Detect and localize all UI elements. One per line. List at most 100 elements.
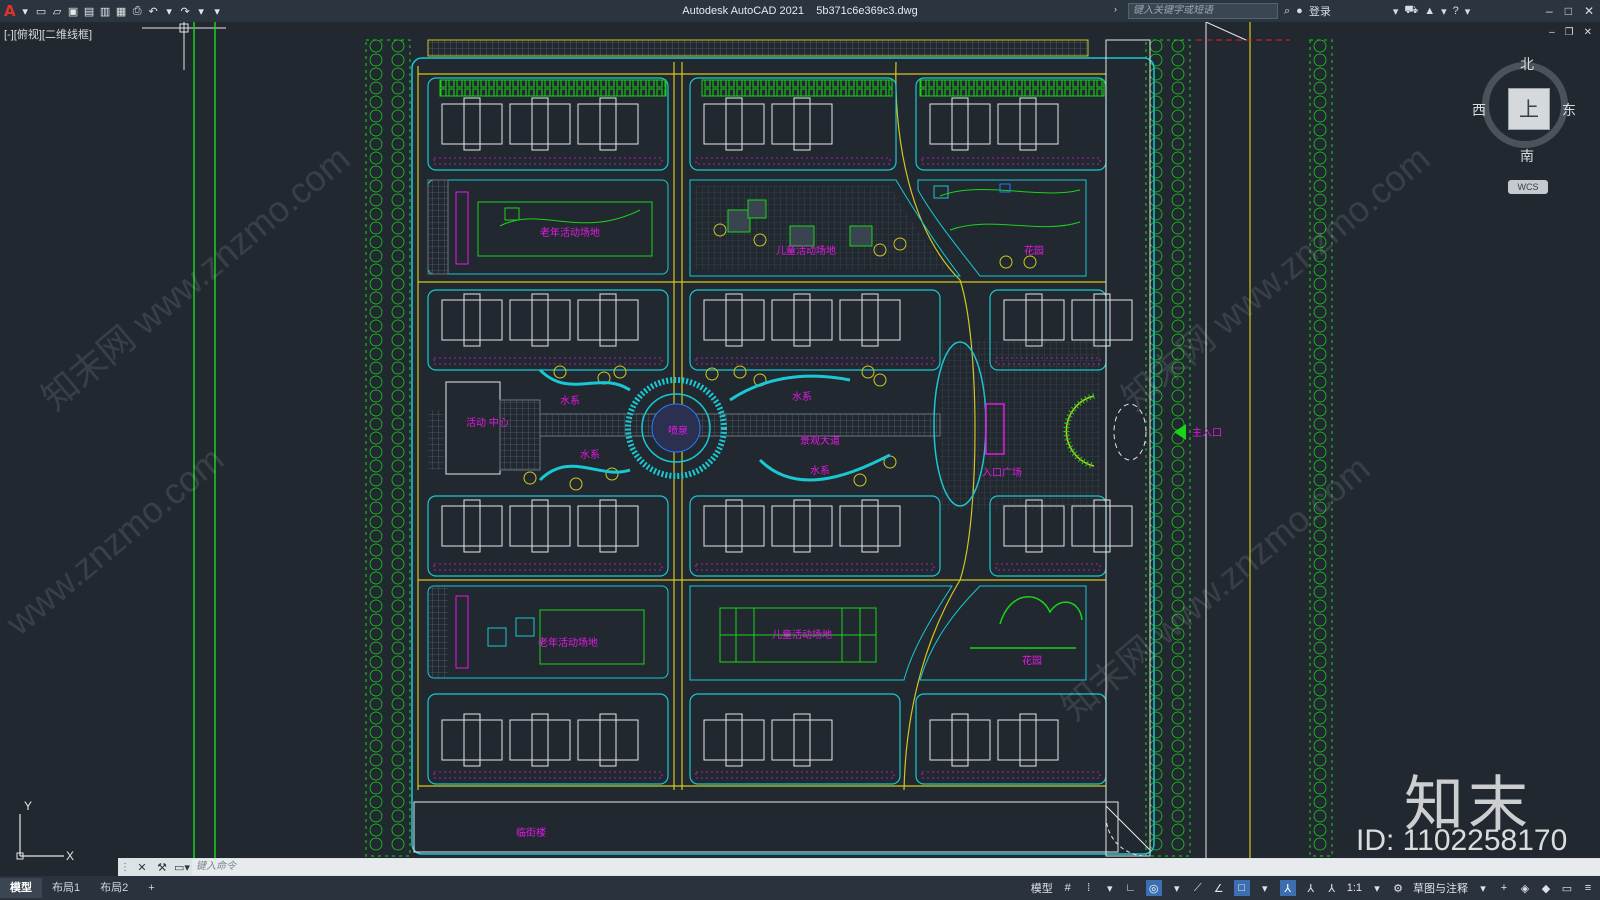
customize-menu-icon[interactable]: ≡ xyxy=(1582,880,1594,896)
clean-screen-icon[interactable]: ▭ xyxy=(1561,880,1573,896)
new-file-icon[interactable]: ▭ xyxy=(35,5,48,18)
user-icon[interactable]: ● xyxy=(1296,5,1303,17)
tree-symbol xyxy=(1171,739,1185,753)
plus-icon[interactable]: + xyxy=(1498,880,1510,896)
polar-icon[interactable]: ◎ xyxy=(1145,880,1162,896)
minimize-icon[interactable]: – xyxy=(1546,4,1553,18)
command-customize-icon[interactable]: ⚒ xyxy=(152,861,172,874)
search-input[interactable]: 键入关键字或短语 xyxy=(1128,3,1278,19)
tree-symbol xyxy=(391,613,405,627)
tree-symbol xyxy=(1313,263,1327,277)
tree-symbol xyxy=(369,207,383,221)
tree-symbol xyxy=(369,739,383,753)
tree-symbol xyxy=(1171,795,1185,809)
tree-symbol xyxy=(369,67,383,81)
workspace-switch[interactable]: 草图与注释 xyxy=(1413,880,1468,896)
cart-icon[interactable]: ⛟ xyxy=(1404,4,1418,18)
tree-symbol xyxy=(1149,543,1163,557)
green-strip xyxy=(439,79,667,97)
command-line-grip-icon[interactable]: ⋮ xyxy=(118,862,132,873)
building-footprint xyxy=(1003,299,1065,341)
command-recent-icon[interactable]: ▭▾ xyxy=(172,861,192,874)
close-icon[interactable]: ✕ xyxy=(1584,4,1594,18)
add-layout-icon[interactable]: + xyxy=(138,878,164,898)
tree-symbol xyxy=(391,305,405,319)
save-icon[interactable]: ▣ xyxy=(67,5,80,18)
tab-layout2[interactable]: 布局2 xyxy=(90,878,138,898)
isometric-icon[interactable]: ⟋ xyxy=(1192,880,1204,896)
autocad-logo-icon[interactable]: A xyxy=(4,2,16,20)
tab-layout1[interactable]: 布局1 xyxy=(42,878,90,898)
search-expand-icon[interactable]: › xyxy=(1114,4,1117,14)
tree-symbol xyxy=(1171,725,1185,739)
plot-icon[interactable]: ⎙ xyxy=(131,5,144,18)
undo-dropdown-icon[interactable]: ▾ xyxy=(163,5,176,18)
a360-dropdown-icon[interactable]: ▾ xyxy=(1441,5,1447,18)
tree-symbol xyxy=(1171,781,1185,795)
compass-north[interactable]: 北 xyxy=(1520,54,1534,74)
compass-east[interactable]: 东 xyxy=(1562,100,1576,120)
ortho-icon[interactable]: ∟ xyxy=(1125,880,1137,896)
label-water-4: 水系 xyxy=(810,465,830,477)
building-footprint xyxy=(839,505,901,547)
drawing-canvas[interactable]: 老年活动场地 儿童活动场地 花园 水系 水系 水系 水系 活动 中心 喷泉 景观… xyxy=(0,22,1600,858)
workspace-dropdown-icon[interactable]: ▾ xyxy=(1477,880,1489,896)
wcs-menu-button[interactable]: WCS xyxy=(1508,180,1548,194)
tree-symbol xyxy=(1313,277,1327,291)
tree-symbol xyxy=(1149,207,1163,221)
isolate-objects-icon[interactable]: ◈ xyxy=(1519,880,1531,896)
tree-symbol xyxy=(1171,585,1185,599)
tree-symbol xyxy=(391,795,405,809)
tree-symbol xyxy=(369,165,383,179)
hardware-acceleration-icon[interactable]: ◆ xyxy=(1540,880,1552,896)
command-close-icon[interactable]: ✕ xyxy=(132,861,152,874)
tree-symbol xyxy=(1149,585,1163,599)
app-menu-arrow-icon[interactable]: ▾ xyxy=(19,5,32,18)
grid-icon[interactable]: # xyxy=(1062,880,1074,896)
web-mobile-open-icon[interactable]: ▥ xyxy=(99,5,112,18)
save-as-icon[interactable]: ▤ xyxy=(83,5,96,18)
scale-dropdown-icon[interactable]: ▾ xyxy=(1371,880,1383,896)
annotation-visibility-icon[interactable]: ⅄ xyxy=(1279,880,1296,896)
command-input[interactable]: 键入命令 xyxy=(192,859,1600,875)
viewcube-top-face[interactable]: 上 xyxy=(1508,88,1550,130)
tree-symbol xyxy=(369,179,383,193)
tree-symbol xyxy=(1149,179,1163,193)
redo-icon[interactable]: ↷ xyxy=(179,5,192,18)
help-icon[interactable]: ? xyxy=(1453,5,1459,17)
search-icon[interactable]: ⌕ xyxy=(1284,5,1290,18)
annotation-scale-value[interactable]: 1:1 xyxy=(1347,880,1362,896)
redo-dropdown-icon[interactable]: ▾ xyxy=(195,5,208,18)
snap-icon[interactable]: ⁞ xyxy=(1083,880,1095,896)
help-dropdown-icon[interactable]: ▾ xyxy=(1465,5,1471,18)
login-dropdown-icon[interactable]: ▾ xyxy=(1393,5,1399,18)
compass-west[interactable]: 西 xyxy=(1472,100,1486,120)
osnap-icon[interactable]: □ xyxy=(1233,880,1250,896)
customize-toolbar-icon[interactable]: ▾ xyxy=(211,5,224,18)
snap-dropdown-icon[interactable]: ▾ xyxy=(1104,880,1116,896)
open-file-icon[interactable]: ▱ xyxy=(51,5,64,18)
a360-icon[interactable]: ▲ xyxy=(1424,5,1435,17)
tree-symbol xyxy=(1149,725,1163,739)
tab-model[interactable]: 模型 xyxy=(0,878,42,898)
tree-symbol xyxy=(369,389,383,403)
polar-dropdown-icon[interactable]: ▾ xyxy=(1171,880,1183,896)
gear-icon[interactable]: ⚙ xyxy=(1392,880,1404,896)
model-space-button[interactable]: 模型 xyxy=(1031,880,1053,896)
maximize-icon[interactable]: □ xyxy=(1565,4,1572,18)
tree-symbol xyxy=(1149,417,1163,431)
login-button[interactable]: 登录 xyxy=(1309,3,1331,19)
auto-scale-icon[interactable]: ⅄ xyxy=(1305,880,1317,896)
shrub-symbol xyxy=(733,365,747,379)
undo-icon[interactable]: ↶ xyxy=(147,5,160,18)
web-mobile-save-icon[interactable]: ▦ xyxy=(115,5,128,18)
tree-symbol xyxy=(1313,459,1327,473)
osnap-dropdown-icon[interactable]: ▾ xyxy=(1259,880,1271,896)
viewcube[interactable]: 上 北 南 东 西 xyxy=(1472,56,1578,164)
annotation-scale-icon[interactable]: ⅄ xyxy=(1326,880,1338,896)
osnap-tracking-icon[interactable]: ∠ xyxy=(1213,880,1225,896)
tree-symbol xyxy=(1149,263,1163,277)
tree-symbol xyxy=(1313,557,1327,571)
building-core xyxy=(861,293,879,347)
compass-south[interactable]: 南 xyxy=(1520,146,1534,166)
